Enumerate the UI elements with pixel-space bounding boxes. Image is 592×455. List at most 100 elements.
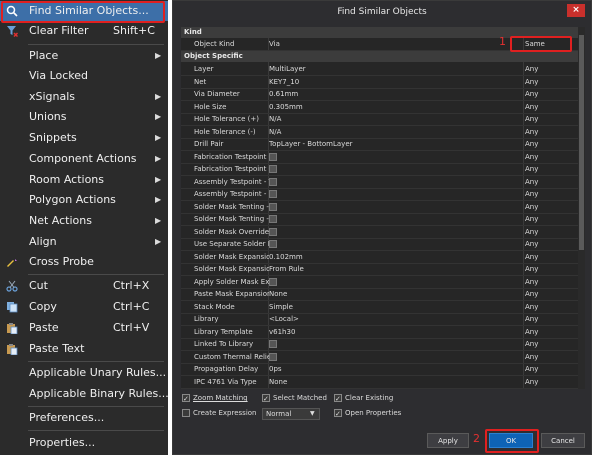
row-match[interactable]: Any: [525, 263, 577, 275]
checkbox-icon[interactable]: [269, 215, 277, 223]
menu-item-polygon-actions[interactable]: Polygon Actions ▶: [0, 190, 168, 210]
menu-item-cross-probe[interactable]: Cross Probe: [0, 252, 168, 272]
menu-item-align[interactable]: Align ▶: [0, 232, 168, 252]
table-row[interactable]: Solder Mask Tenting - Any: [181, 213, 578, 226]
menu-item-clear-filter[interactable]: Clear Filter Shift+C: [0, 21, 168, 41]
checkbox-icon[interactable]: [269, 277, 277, 286]
menu-item-copy[interactable]: Copy Ctrl+C: [0, 297, 168, 317]
menu-item-via-locked[interactable]: Via Locked: [0, 66, 168, 86]
row-match[interactable]: Any: [525, 238, 577, 250]
menu-item-net-actions[interactable]: Net Actions ▶: [0, 211, 168, 231]
menu-item-room-actions[interactable]: Room Actions ▶: [0, 170, 168, 190]
table-row[interactable]: Library Template v61h30 Any: [181, 326, 578, 339]
menu-item-unary-rules[interactable]: Applicable Unary Rules...: [0, 363, 168, 383]
row-match[interactable]: Any: [525, 226, 577, 238]
open-properties-checkbox[interactable]: ✓ Open Properties: [334, 409, 401, 418]
grid-scrollbar[interactable]: [578, 27, 585, 389]
table-row[interactable]: Layer MultiLayer Any: [181, 63, 578, 76]
row-match[interactable]: Any: [525, 338, 577, 350]
menu-item-label: Snippets: [29, 131, 77, 144]
table-row[interactable]: Solder Mask Expansion From Rule Any: [181, 263, 578, 276]
table-row[interactable]: Net KEY7_10 Any: [181, 76, 578, 89]
menu-item-preferences[interactable]: Preferences...: [0, 408, 168, 428]
table-row[interactable]: IPC 4761 Via Type None Any: [181, 376, 578, 389]
row-match[interactable]: Any: [525, 151, 577, 163]
menu-item-component-actions[interactable]: Component Actions ▶: [0, 149, 168, 169]
row-match[interactable]: Any: [525, 288, 577, 300]
row-match[interactable]: Any: [525, 213, 577, 225]
table-row[interactable]: Assembly Testpoint - T Any: [181, 176, 578, 189]
apply-button[interactable]: Apply: [427, 433, 469, 448]
menu-item-unions[interactable]: Unions ▶: [0, 107, 168, 127]
checkbox-icon[interactable]: [269, 340, 277, 348]
menu-item-place[interactable]: Place ▶: [0, 46, 168, 66]
table-row[interactable]: Stack Mode Simple Any: [181, 301, 578, 314]
row-match[interactable]: Any: [525, 376, 577, 388]
table-row[interactable]: Solder Mask Tenting - Any: [181, 201, 578, 214]
row-match[interactable]: Any: [525, 251, 577, 263]
row-match[interactable]: Any: [525, 63, 577, 75]
table-row[interactable]: Solder Mask Expansion 0.102mm Any: [181, 251, 578, 264]
highlight-box: [485, 429, 539, 453]
mode-select[interactable]: Normal ▼: [262, 408, 320, 420]
row-match[interactable]: Any: [525, 301, 577, 313]
table-row[interactable]: Fabrication Testpoint - Any: [181, 163, 578, 176]
table-row[interactable]: Library <Local> Any: [181, 313, 578, 326]
row-match[interactable]: Any: [525, 326, 577, 338]
create-expression-checkbox[interactable]: Create Expression: [182, 409, 256, 417]
row-match[interactable]: Any: [525, 351, 577, 363]
menu-item-xsignals[interactable]: xSignals ▶: [0, 87, 168, 107]
checkbox-icon[interactable]: [269, 152, 277, 161]
dialog-titlebar[interactable]: Find Similar Objects ×: [173, 1, 591, 23]
section-object-specific[interactable]: Object Specific: [181, 51, 578, 62]
table-row[interactable]: Assembly Testpoint - B Any: [181, 188, 578, 201]
scrollbar-thumb[interactable]: [579, 35, 584, 250]
row-name: Object Kind: [194, 40, 235, 48]
table-row[interactable]: Propagation Delay 0ps Any: [181, 363, 578, 376]
close-button[interactable]: ×: [567, 4, 585, 17]
checkbox-icon[interactable]: [269, 177, 277, 186]
table-row[interactable]: Paste Mask Expansion None Any: [181, 288, 578, 301]
select-matched-checkbox[interactable]: ✓ Select Matched: [262, 394, 327, 403]
cancel-button[interactable]: Cancel: [541, 433, 585, 448]
checkbox-icon[interactable]: [269, 240, 277, 248]
row-match[interactable]: Any: [525, 76, 577, 88]
zoom-matching-checkbox[interactable]: ✓ Zoom Matching: [182, 394, 248, 403]
row-match[interactable]: Any: [525, 176, 577, 188]
menu-item-paste[interactable]: Paste Ctrl+V: [0, 318, 168, 338]
menu-item-snippets[interactable]: Snippets ▶: [0, 128, 168, 148]
row-match[interactable]: Any: [525, 126, 577, 138]
row-match[interactable]: Any: [525, 88, 577, 100]
row-match[interactable]: Any: [525, 163, 577, 175]
row-match[interactable]: Any: [525, 101, 577, 113]
table-row[interactable]: Hole Tolerance (-) N/A Any: [181, 126, 578, 139]
clear-existing-checkbox[interactable]: ✓ Clear Existing: [334, 394, 393, 403]
menu-item-paste-text[interactable]: Paste Text: [0, 339, 168, 359]
table-row[interactable]: Custom Thermal Relief Any: [181, 351, 578, 364]
table-row[interactable]: Use Separate Solder M Any: [181, 238, 578, 251]
table-row[interactable]: Drill Pair TopLayer - BottomLayer Any: [181, 138, 578, 151]
table-row[interactable]: Hole Size 0.305mm Any: [181, 101, 578, 114]
row-match[interactable]: Any: [525, 138, 577, 150]
table-row[interactable]: Apply Solder Mask Exp Any: [181, 276, 578, 289]
row-match[interactable]: Any: [525, 363, 577, 375]
checkbox-icon[interactable]: [269, 190, 277, 198]
row-match[interactable]: Any: [525, 276, 577, 288]
row-match[interactable]: Any: [525, 201, 577, 213]
table-row[interactable]: Fabrication Testpoint - Any: [181, 151, 578, 164]
menu-item-label: Via Locked: [29, 69, 89, 82]
row-match[interactable]: Any: [525, 113, 577, 125]
menu-item-properties[interactable]: Properties...: [0, 433, 168, 453]
row-match[interactable]: Any: [525, 313, 577, 325]
checkbox-icon[interactable]: [269, 227, 277, 236]
table-row[interactable]: Solder Mask Override Any: [181, 226, 578, 239]
row-match[interactable]: Any: [525, 188, 577, 200]
menu-item-binary-rules[interactable]: Applicable Binary Rules...: [0, 384, 169, 404]
menu-item-cut[interactable]: Cut Ctrl+X: [0, 276, 168, 296]
checkbox-icon[interactable]: [269, 352, 277, 361]
checkbox-icon[interactable]: [269, 202, 277, 211]
table-row[interactable]: Hole Tolerance (+) N/A Any: [181, 113, 578, 126]
table-row[interactable]: Linked To Library Any: [181, 338, 578, 351]
table-row[interactable]: Via Diameter 0.61mm Any: [181, 88, 578, 101]
checkbox-icon[interactable]: [269, 165, 277, 173]
